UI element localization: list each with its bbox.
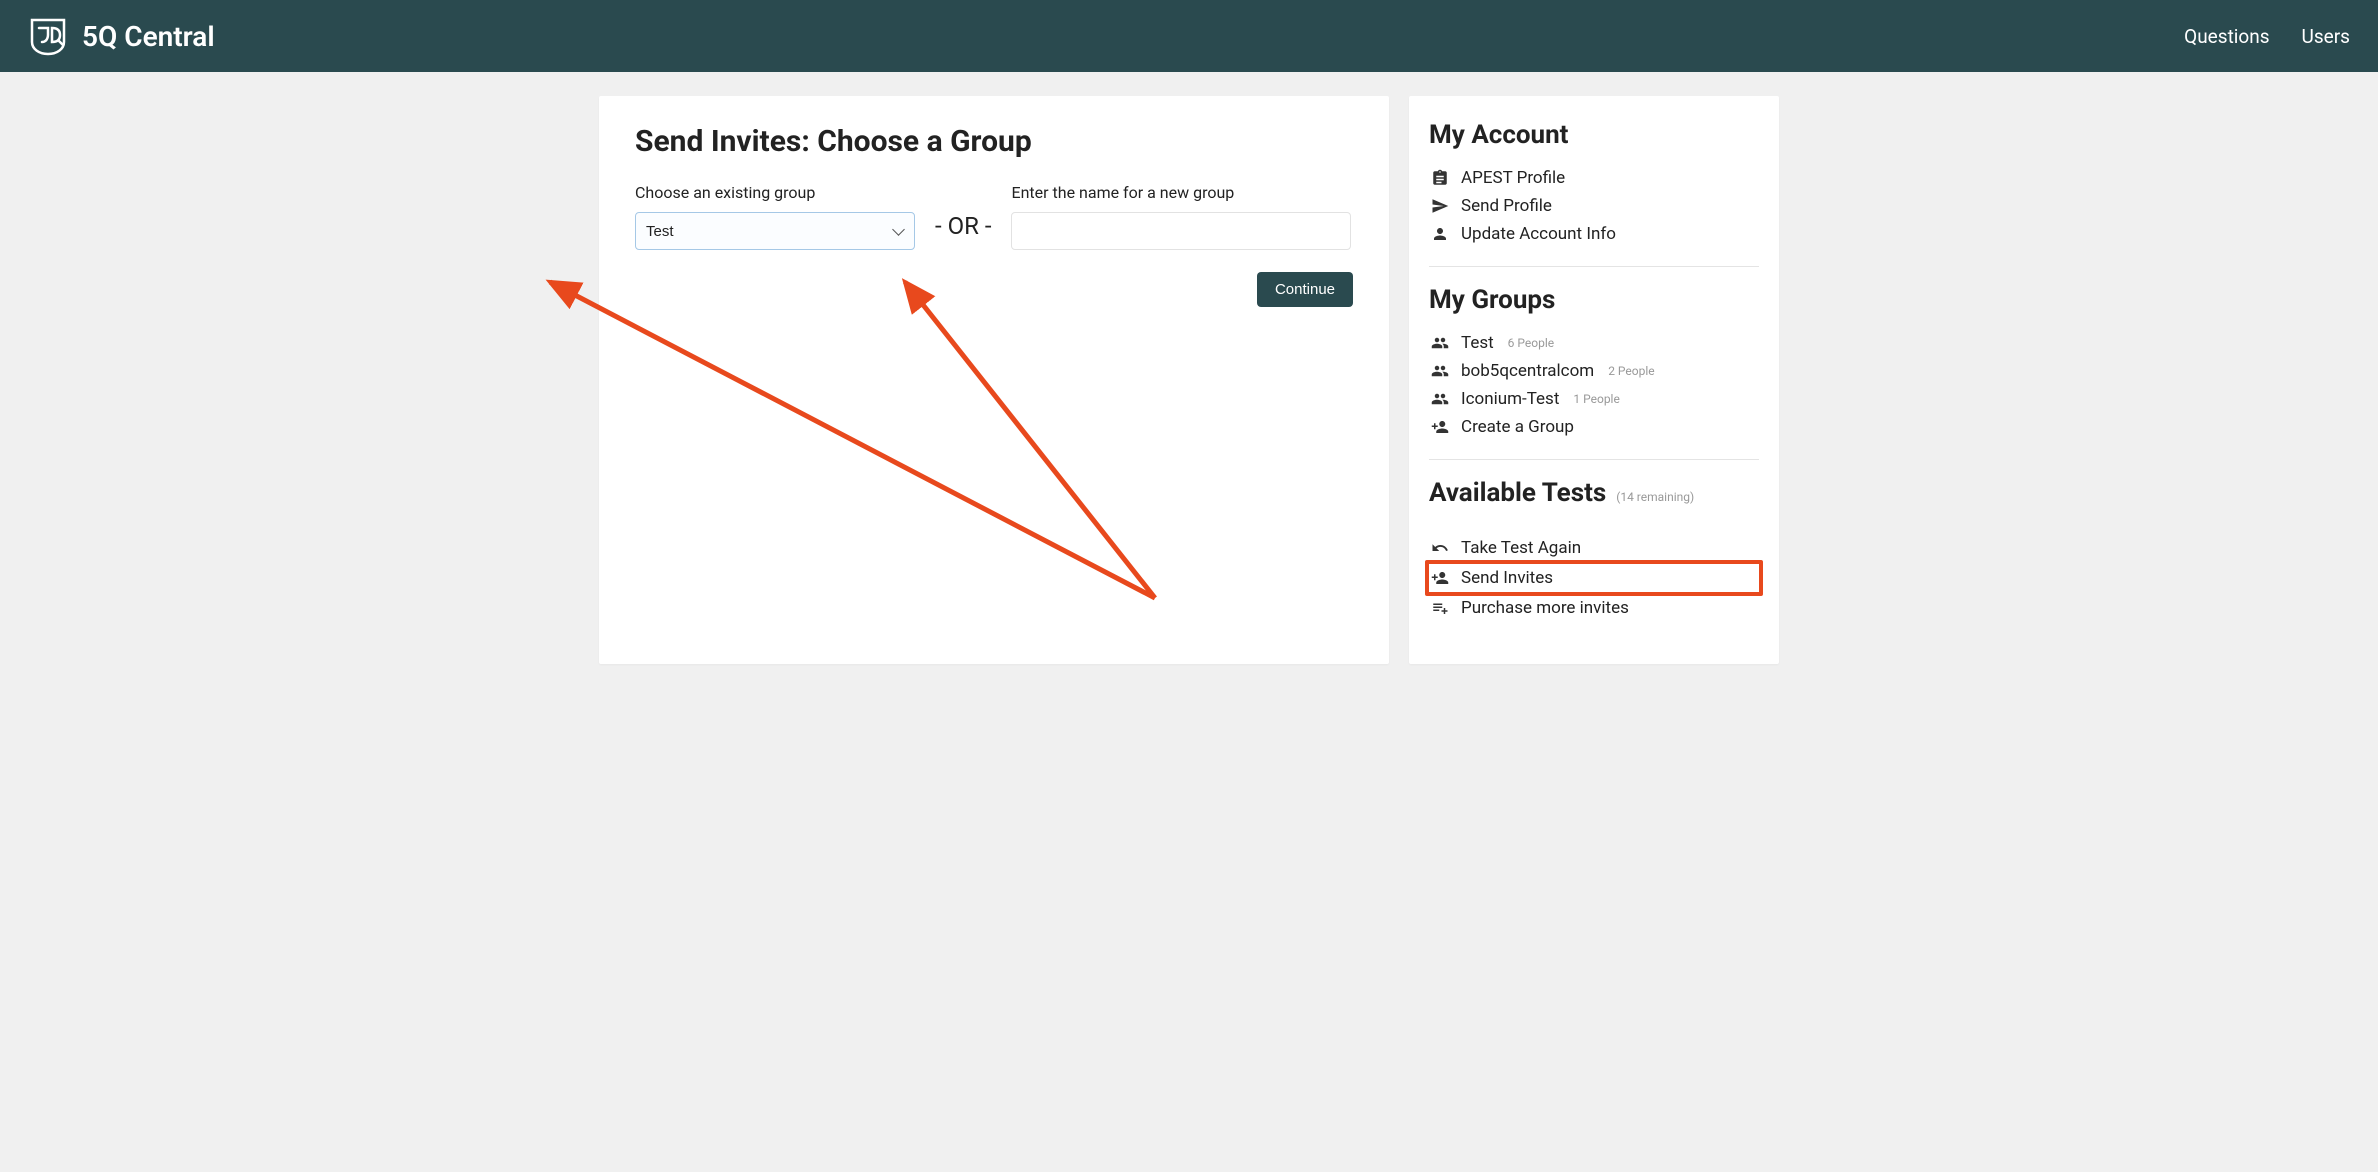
group-item-0-meta: 6 People (1508, 336, 1554, 350)
or-divider: - OR - (935, 212, 991, 240)
clipboard-icon (1429, 169, 1451, 187)
tests-item-purchase-label: Purchase more invites (1461, 598, 1629, 618)
existing-group-select-wrap: Test (635, 212, 915, 250)
invite-icon (1429, 569, 1451, 587)
person-icon (1429, 225, 1451, 243)
page-title: Send Invites: Choose a Group (635, 124, 1353, 159)
account-section: My Account APEST Profile Send Profile (1429, 120, 1759, 248)
existing-group-label: Choose an existing group (635, 183, 915, 202)
account-item-send[interactable]: Send Profile (1429, 192, 1759, 220)
group-item-0[interactable]: Test 6 People (1429, 329, 1759, 357)
new-group-input[interactable] (1011, 212, 1351, 250)
tests-heading: Available Tests (14 remaining) (1429, 478, 1759, 522)
list-add-icon (1429, 599, 1451, 617)
tests-item-send-label: Send Invites (1461, 568, 1553, 588)
group-item-1-meta: 2 People (1608, 364, 1654, 378)
tests-item-purchase[interactable]: Purchase more invites (1429, 594, 1759, 622)
group-item-1[interactable]: bob5qcentralcom 2 People (1429, 357, 1759, 385)
main-card: Send Invites: Choose a Group Choose an e… (599, 96, 1389, 664)
groups-section: My Groups Test 6 People bob5qcentralcom … (1429, 285, 1759, 441)
tests-title: Available Tests (1429, 478, 1606, 508)
existing-group-select[interactable]: Test (635, 212, 915, 250)
brand-name: 5Q Central (82, 20, 215, 53)
tests-item-take-label: Take Test Again (1461, 538, 1581, 558)
divider (1429, 266, 1759, 267)
logo-icon (28, 16, 68, 56)
people-icon (1429, 390, 1451, 408)
tests-item-send[interactable]: Send Invites (1425, 560, 1763, 596)
form-row: Choose an existing group Test - OR - Ent… (635, 183, 1353, 250)
new-group-label: Enter the name for a new group (1011, 183, 1351, 202)
content-container: Send Invites: Choose a Group Choose an e… (589, 96, 1789, 664)
account-item-update[interactable]: Update Account Info (1429, 220, 1759, 248)
group-item-2-name: Iconium-Test (1461, 389, 1559, 409)
account-item-profile-label: APEST Profile (1461, 168, 1565, 188)
header-nav: Questions Users (2184, 25, 2350, 48)
group-item-0-name: Test (1461, 333, 1494, 353)
account-item-send-label: Send Profile (1461, 196, 1552, 216)
people-icon (1429, 362, 1451, 380)
continue-row: Continue (635, 272, 1353, 307)
sidebar: My Account APEST Profile Send Profile (1409, 96, 1779, 664)
create-group[interactable]: Create a Group (1429, 413, 1759, 441)
group-item-1-name: bob5qcentralcom (1461, 361, 1594, 381)
divider (1429, 459, 1759, 460)
undo-icon (1429, 539, 1451, 557)
tests-section: Available Tests (14 remaining) Take Test… (1429, 478, 1759, 622)
new-group-col: Enter the name for a new group (1011, 183, 1351, 250)
continue-button[interactable]: Continue (1257, 272, 1353, 307)
group-item-2-meta: 1 People (1573, 392, 1619, 406)
header-left: 5Q Central (28, 16, 215, 56)
nav-users[interactable]: Users (2302, 25, 2350, 48)
people-icon (1429, 334, 1451, 352)
person-add-icon (1429, 418, 1451, 436)
nav-questions[interactable]: Questions (2184, 25, 2269, 48)
existing-group-col: Choose an existing group Test (635, 183, 915, 250)
top-header: 5Q Central Questions Users (0, 0, 2378, 72)
create-group-label: Create a Group (1461, 417, 1574, 437)
account-item-update-label: Update Account Info (1461, 224, 1616, 244)
account-item-profile[interactable]: APEST Profile (1429, 164, 1759, 192)
tests-remaining: (14 remaining) (1616, 490, 1694, 504)
account-title: My Account (1429, 120, 1759, 150)
group-item-2[interactable]: Iconium-Test 1 People (1429, 385, 1759, 413)
tests-item-take[interactable]: Take Test Again (1429, 534, 1759, 562)
send-icon (1429, 197, 1451, 215)
groups-title: My Groups (1429, 285, 1759, 315)
